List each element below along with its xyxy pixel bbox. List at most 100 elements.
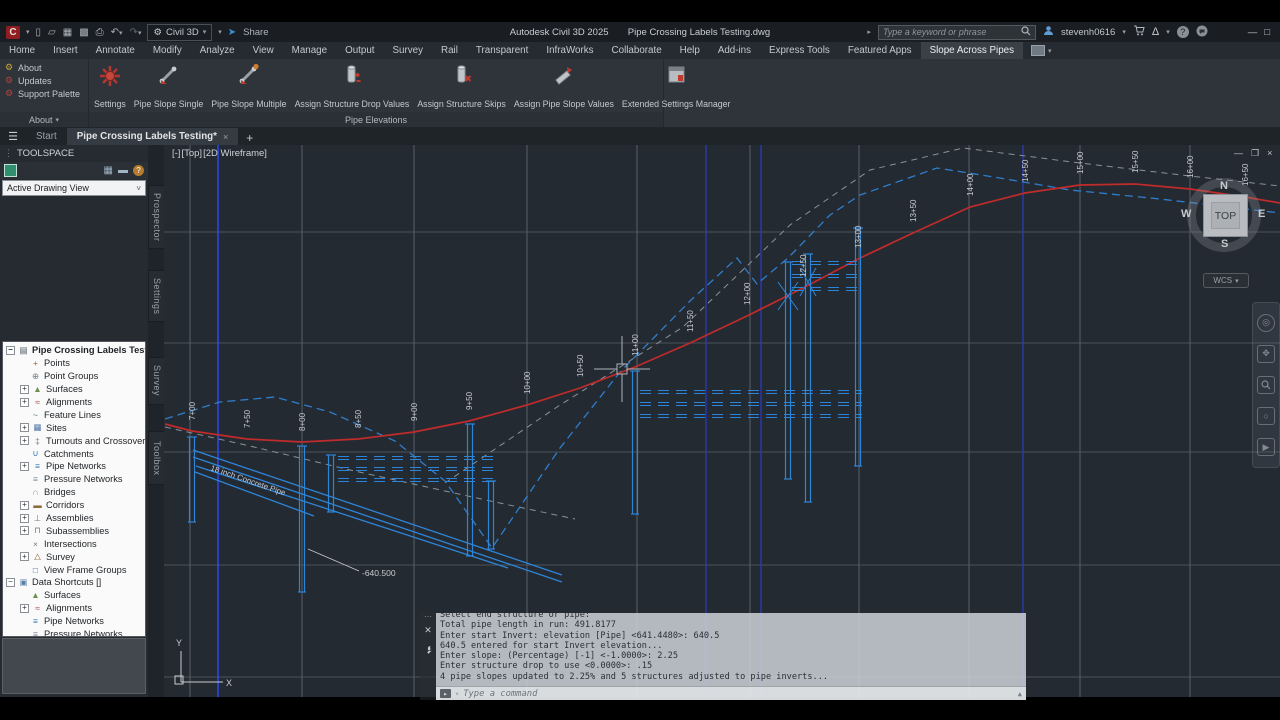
user-menu-caret-icon[interactable]: ▾ <box>1122 28 1126 36</box>
ribbon-tab-collaborate[interactable]: Collaborate <box>603 42 671 59</box>
feedback-icon[interactable] <box>1196 25 1208 40</box>
viewcube-top-face[interactable]: TOP <box>1203 194 1248 237</box>
toolspace-help-icon[interactable]: ? <box>133 165 144 176</box>
search-input[interactable]: Type a keyword or phrase <box>878 25 1036 40</box>
tree-expander-icon[interactable]: + <box>20 462 29 471</box>
ribbon-tab-add-ins[interactable]: Add-ins <box>709 42 760 59</box>
ribbon-tab-infraworks[interactable]: InfraWorks <box>537 42 602 59</box>
tree-item-surfaces[interactable]: ▲Surfaces <box>3 589 145 602</box>
restore-button[interactable]: □ <box>1264 27 1270 38</box>
showmotion-icon[interactable]: ▶ <box>1257 438 1275 456</box>
orbit-icon[interactable]: ○ <box>1257 407 1275 425</box>
pipe-slope-multiple-button[interactable]: Pipe Slope Multiple <box>208 61 289 112</box>
ribbon-tab-rail[interactable]: Rail <box>432 42 467 59</box>
command-options-icon[interactable]: ▸ <box>440 689 451 698</box>
viewcube-south[interactable]: S <box>1221 238 1228 250</box>
plot-icon[interactable]: ⎙ <box>96 27 104 38</box>
tree-item-pipe-crossing-labels-testing[interactable]: −▤Pipe Crossing Labels Testing <box>3 344 145 357</box>
about-item-about[interactable]: ⚙About <box>4 62 88 73</box>
ribbon-tab-view[interactable]: View <box>244 42 283 59</box>
viewport-control-view[interactable]: [Top] <box>181 148 202 159</box>
assign-structure-skips-button[interactable]: Assign Structure Skips <box>414 61 509 112</box>
new-drawing-tab-button[interactable]: + <box>238 131 261 145</box>
pipe-slope-single-button[interactable]: Pipe Slope Single <box>131 61 206 112</box>
settings-button[interactable]: Settings <box>91 61 129 112</box>
ribbon-tab-survey[interactable]: Survey <box>384 42 433 59</box>
ribbon-tab-insert[interactable]: Insert <box>44 42 87 59</box>
tree-item-turnouts-and-crossovers[interactable]: +‡Turnouts and Crossovers <box>3 434 145 447</box>
command-history[interactable]: Select end structure or pipe: Total pipe… <box>436 613 1026 686</box>
tree-expander-icon[interactable]: + <box>20 385 29 394</box>
tree-item-alignments[interactable]: +≈Alignments <box>3 396 145 409</box>
assign-structure-drop-values-button[interactable]: Assign Structure Drop Values <box>292 61 413 112</box>
wcs-dropdown[interactable]: WCS▾ <box>1203 273 1249 288</box>
command-scroll-icon[interactable]: ▲ <box>1018 690 1022 698</box>
drawing-close-icon[interactable]: × <box>1267 148 1272 159</box>
drawing-tab-pipe-crossing-labels-testing[interactable]: Pipe Crossing Labels Testing*× <box>67 128 239 145</box>
command-grip-icon[interactable]: ⋯ <box>424 615 432 619</box>
tree-expander-icon[interactable]: + <box>20 604 29 613</box>
extended-settings-manager-button[interactable]: Extended Settings Manager <box>619 61 734 112</box>
tree-expander-icon[interactable]: + <box>20 398 29 407</box>
workspace-switcher[interactable]: ⚙ Civil 3D ▾ <box>147 24 212 41</box>
tree-item-corridors[interactable]: +▬Corridors <box>3 499 145 512</box>
tree-item-assemblies[interactable]: +⊥Assemblies <box>3 512 145 525</box>
tree-item-catchments[interactable]: ∪Catchments <box>3 447 145 460</box>
tree-item-data-shortcuts[interactable]: −▣Data Shortcuts [] <box>3 576 145 589</box>
qat-dropdown-caret-icon[interactable]: ▾ <box>218 28 222 36</box>
about-item-support-palette[interactable]: ⚙Support Palette <box>4 88 88 99</box>
ribbon-tab-annotate[interactable]: Annotate <box>87 42 144 59</box>
steering-wheel-icon[interactable]: ◎ <box>1257 314 1275 332</box>
preview-toggle-icon[interactable]: ▬ <box>118 165 128 176</box>
tree-expander-icon[interactable]: + <box>20 436 29 445</box>
redo-icon[interactable]: ↷▾ <box>130 27 142 38</box>
minimize-button[interactable]: — <box>1248 27 1258 38</box>
access-caret-icon[interactable]: ▾ <box>1166 28 1170 36</box>
tree-item-feature-lines[interactable]: ~Feature Lines <box>3 408 145 421</box>
tree-item-pressure-networks[interactable]: ≡Pressure Networks <box>3 473 145 486</box>
command-input[interactable]: ▸ ▾ Type a command ▲ <box>436 686 1026 700</box>
help-icon[interactable]: ? <box>1177 26 1189 38</box>
tree-item-subassemblies[interactable]: +⊓Subassemblies <box>3 524 145 537</box>
search-collapse-icon[interactable]: ▸ <box>867 28 871 36</box>
ribbon-tab-modify[interactable]: Modify <box>144 42 191 59</box>
ribbon-tab-slope-across-pipes[interactable]: Slope Across Pipes <box>921 42 1023 59</box>
command-dropdown-caret-icon[interactable]: ▾ <box>455 690 459 698</box>
tree-expander-icon[interactable]: + <box>20 423 29 432</box>
panel-organization-icon[interactable]: ▦ <box>104 165 113 176</box>
zoom-icon[interactable] <box>1257 376 1275 394</box>
viewport-control-minus[interactable]: [-] <box>172 148 180 159</box>
drawing-tab-start[interactable]: Start <box>26 128 67 145</box>
viewcube-east[interactable]: E <box>1258 208 1265 220</box>
pipe-elevations-panel-label[interactable]: Pipe Elevations <box>89 112 663 127</box>
drawing-minimize-icon[interactable]: — <box>1234 148 1243 159</box>
search-icon[interactable] <box>1021 26 1031 38</box>
tree-item-sites[interactable]: +▦Sites <box>3 421 145 434</box>
share-button[interactable]: ➤ Share <box>228 27 269 38</box>
new-icon[interactable]: ▯ <box>36 27 42 38</box>
tree-item-survey[interactable]: +△Survey <box>3 550 145 563</box>
file-tabs-menu-icon[interactable]: ☰ <box>0 127 26 145</box>
undo-icon[interactable]: ↶▾ <box>111 27 123 38</box>
app-menu-button[interactable]: C <box>6 26 20 39</box>
drawing-restore-icon[interactable]: ❐ <box>1251 148 1259 159</box>
viewcube[interactable]: N W E S TOP <box>1184 174 1266 258</box>
tree-item-points[interactable]: +Points <box>3 357 145 370</box>
user-name[interactable]: stevenh0616 <box>1061 27 1115 38</box>
tree-expander-icon[interactable]: − <box>6 578 15 587</box>
assign-pipe-slope-values-button[interactable]: Assign Pipe Slope Values <box>511 61 617 112</box>
tree-item-pipe-networks[interactable]: ≡Pipe Networks <box>3 615 145 628</box>
tree-expander-icon[interactable]: + <box>20 501 29 510</box>
tab-close-icon[interactable]: × <box>223 132 228 142</box>
tree-item-intersections[interactable]: ×Intersections <box>3 537 145 550</box>
tree-expander-icon[interactable]: − <box>6 346 15 355</box>
tree-item-point-groups[interactable]: ⊕Point Groups <box>3 370 145 383</box>
view-selector-dropdown[interactable]: Active Drawing View ˅ <box>2 180 146 196</box>
app-menu-caret-icon[interactable]: ▾ <box>26 28 30 36</box>
user-icon[interactable] <box>1043 25 1054 39</box>
autodesk-access-icon[interactable]: Δ <box>1152 26 1159 38</box>
tree-item-pressure-networks[interactable]: ≡Pressure Networks <box>3 628 145 637</box>
tree-item-pipe-networks[interactable]: +≡Pipe Networks <box>3 460 145 473</box>
save-icon[interactable]: ▦ <box>63 27 72 38</box>
tree-expander-icon[interactable]: + <box>20 526 29 535</box>
